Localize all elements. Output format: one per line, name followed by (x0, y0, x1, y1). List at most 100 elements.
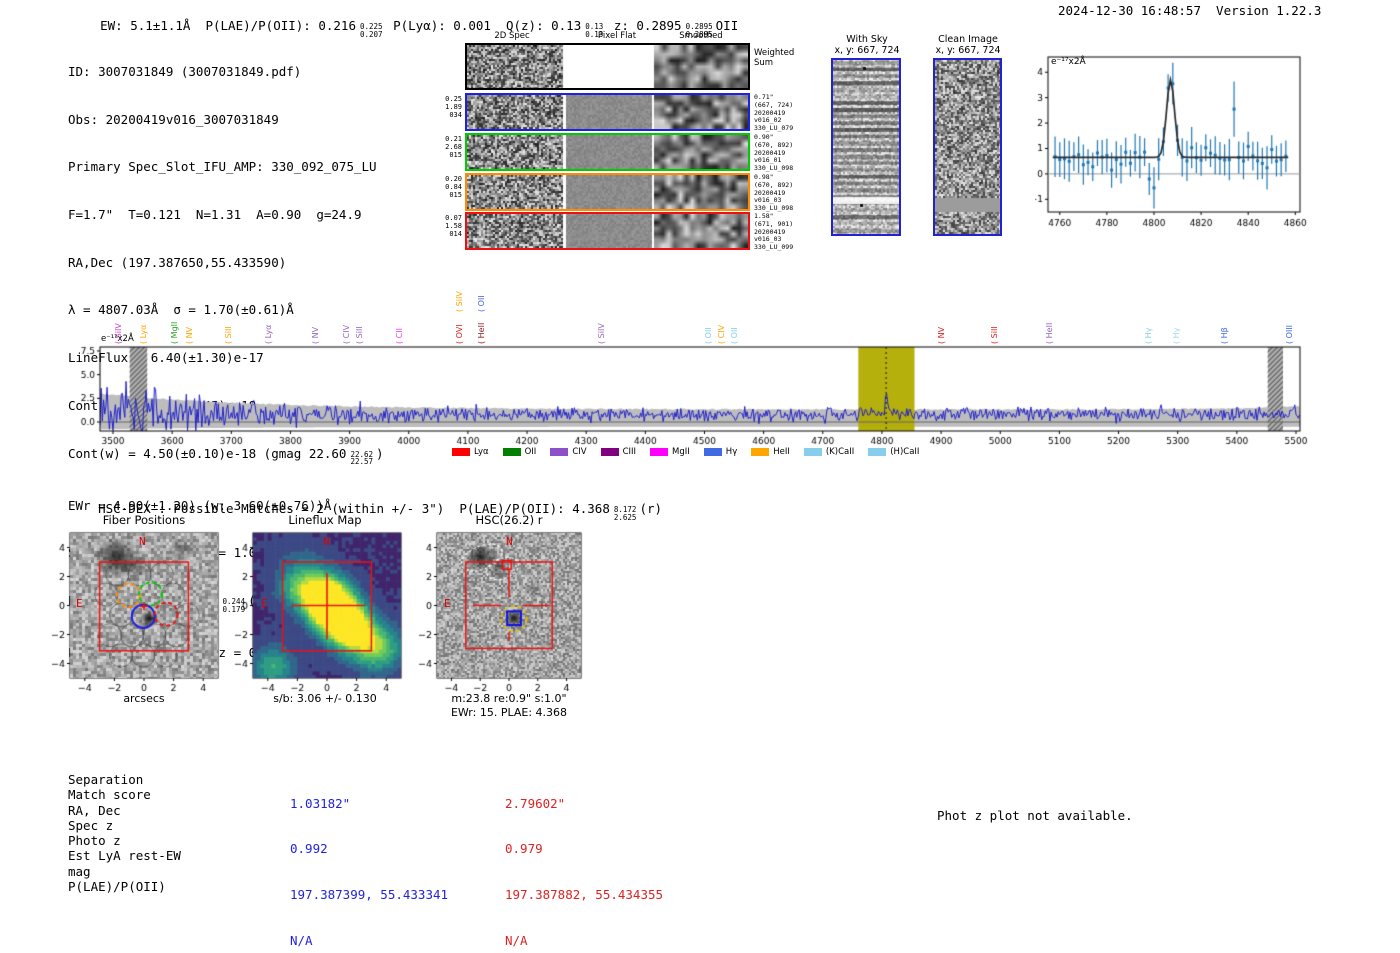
full-spectrum-plot (60, 340, 1315, 452)
withsky-image-frame (831, 58, 901, 236)
legend-swatch (452, 448, 470, 456)
match-row-label: mag (68, 863, 91, 879)
fiber-xlabel: arcsecs (123, 692, 165, 705)
legend-item: MgII (650, 447, 690, 457)
col-header-2dspec: 2D Spec (494, 31, 530, 41)
fit-plot-unit-label: e⁻¹⁷x2Å (1051, 57, 1086, 67)
row-fiber-info: 0.90" (670, 892) 20200419 v016_01 330_LU… (754, 133, 794, 173)
line-fit-plot (1035, 48, 1315, 238)
withsky-title: With Sky x, y: 667, 724 (834, 34, 900, 56)
spec2d-row (465, 173, 750, 211)
col-header-smoothed: Smoothed (679, 31, 723, 41)
legend-swatch (751, 448, 770, 456)
lineflux-map-title: Lineflux Map (288, 513, 362, 527)
match-row-label: Spec z (68, 817, 114, 833)
legend-item: (K)CaII (803, 447, 855, 457)
spec2d-row-image (467, 135, 748, 169)
east-label: E (76, 597, 83, 610)
legend-label: Lyα (474, 447, 489, 457)
legend-swatch (650, 448, 669, 456)
north-label: N (506, 535, 513, 548)
spec2d-row (465, 93, 750, 131)
match-separation: 1.03182" (290, 795, 351, 811)
elixer-detection-report: EW: 5.1±1.1Å P(LAE)/P(OII): 0.216 0.225 0.… (0, 0, 1400, 953)
row-fiber-info: 1.58" (671, 901) 20200419 v016_03 330_LU… (754, 212, 794, 252)
info-seeing: F=1.7" T=0.121 N=1.31 A=0.90 g=24.9 (68, 206, 362, 222)
emission-line-label: OII (477, 295, 486, 312)
weighted-sum-image (467, 45, 748, 88)
info-id: ID: 3007031849 (3007031849.pdf) (68, 63, 302, 79)
match-row-label: RA, Dec (68, 802, 121, 818)
match-row-label: Est LyA rest-EW (68, 848, 181, 864)
north-label: N (139, 535, 146, 548)
legend-item: CIV (550, 447, 587, 457)
legend-item: HeII (751, 447, 790, 457)
fiber-positions-plot (40, 526, 240, 698)
spectrum-legend: Lyα OII CIV CIII MgII Hγ HeII (K)CaII (H)CaII (452, 447, 919, 457)
legend-label: CIV (572, 447, 587, 457)
legend-label: HeII (773, 447, 790, 457)
hsc-xlabel2: EWr: 15. PLAE: 4.368 (450, 706, 568, 719)
legend-swatch (600, 448, 619, 456)
spec2d-row-image (467, 214, 748, 248)
match-separation: 2.79602" (505, 795, 566, 811)
legend-item: (H)CaII (868, 447, 919, 457)
info-obs: Obs: 20200419v016_3007031849 (68, 111, 279, 127)
match-row-label: Photo z (68, 833, 121, 849)
weighted-sum-row (465, 43, 750, 90)
clean-image-frame (933, 58, 1002, 236)
info-primary: Primary Spec_Slot_IFU_AMP: 330_092_075_L… (68, 159, 377, 175)
match-score: 0.979 (505, 841, 543, 857)
north-label: N (323, 535, 330, 548)
east-label: E (444, 597, 451, 610)
spec2d-row (465, 133, 750, 171)
row-weights: 0.25 1.89 034 (445, 95, 462, 120)
match-2-column: 2.79602" 0.979 197.387882, 55.434355 N/A… (505, 765, 663, 953)
row-weights: 0.21 2.68 015 (445, 135, 462, 160)
legend-label: CIII (622, 447, 637, 457)
match-row-labels: Separation Match score RA, Dec Spec z Photo … (68, 772, 181, 894)
withsky-image (833, 60, 899, 234)
info-lambda: λ = 4807.03Å σ = 1.70(±0.61)Å (68, 302, 294, 318)
photz-note: Phot z plot not available. (937, 808, 1133, 823)
spec2d-row-image (467, 95, 748, 129)
emission-line-label: SiIV (455, 291, 464, 312)
legend-item: OII (502, 447, 536, 457)
row-weights: 0.20 0.84 015 (445, 175, 462, 200)
lineflux-map-plot (225, 526, 425, 698)
legend-label: (K)CaII (825, 447, 855, 457)
row-fiber-info: 0.98" (670, 892) 20200419 v016_03 330_LU… (754, 173, 794, 213)
clean-title: Clean Image x, y: 667, 724 (935, 34, 1001, 56)
match-radec: 197.387399, 55.433341 (290, 887, 449, 903)
clean-image (935, 60, 1000, 234)
legend-swatch (803, 448, 822, 456)
match-row-label: Separation (68, 772, 144, 787)
fiber-positions-title: Fiber Positions (102, 513, 186, 527)
legend-swatch (502, 448, 521, 456)
lineflux-xlabel: s/b: 3.06 +/- 0.130 (273, 692, 377, 705)
legend-item: Lyα (452, 447, 489, 457)
summary-stats: EW: 5.1±1.1Å P(LAE)/P(OII): 0.216 (100, 18, 356, 33)
info-radec: RA,Dec (197.387650,55.433590) (68, 254, 287, 270)
legend-swatch (703, 448, 722, 456)
legend-item: Hγ (703, 447, 738, 457)
hsc-xlabel: m:23.8 re:0.9" s:1.0" (451, 692, 567, 705)
east-label: E (261, 597, 268, 610)
row-weights: 0.07 1.58 014 (445, 214, 462, 239)
timestamp: 2024-12-30 16:48:57 Version 1.22.3 (1058, 3, 1322, 18)
hsc-image-plot (407, 526, 611, 698)
match-radec: 197.387882, 55.434355 (505, 887, 664, 903)
legend-item: CIII (600, 447, 637, 457)
hsc-title: HSC(26.2) r (475, 513, 543, 527)
legend-swatch (868, 448, 887, 456)
match-specz: N/A (505, 933, 528, 949)
row-fiber-info: 0.71" (667, 724) 20200419 v016_02 330_LU… (754, 93, 794, 133)
legend-label: Hγ (725, 447, 738, 457)
spec2d-row-image (467, 175, 748, 209)
match-score: 0.992 (290, 841, 328, 857)
match-specz: N/A (290, 933, 313, 949)
match-row-label: P(LAE)/P(OII) (68, 879, 166, 895)
col-header-pixelflat: Pixel Flat (597, 31, 637, 41)
weighted-sum-label: Weighted Sum (754, 48, 795, 68)
spec2d-row (465, 212, 750, 250)
